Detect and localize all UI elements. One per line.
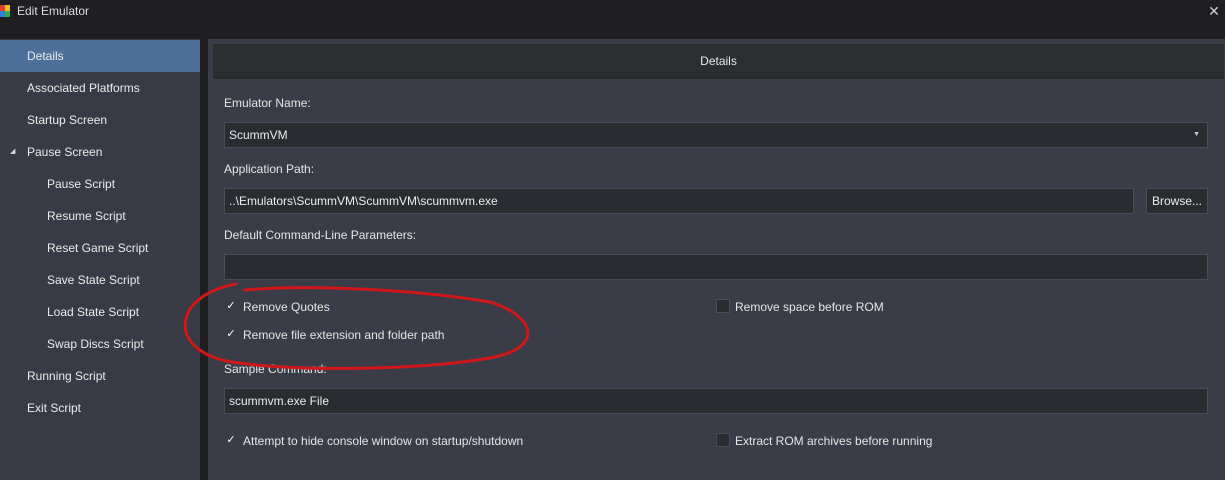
title-bar: Edit Emulator ✕	[0, 0, 1225, 24]
dropdown-arrow-icon: ▼	[1193, 131, 1200, 138]
sidebar-item-label: Pause Screen	[27, 145, 103, 159]
extract-rom-checkbox[interactable]	[716, 433, 730, 447]
remove-extension-checkbox[interactable]: ✓	[224, 327, 238, 341]
sample-command-field: scummvm.exe File	[224, 388, 1208, 414]
sidebar-item-label: Resume Script	[47, 209, 126, 223]
sample-command-label: Sample Command:	[224, 362, 327, 376]
sidebar-item-label: Swap Discs Script	[47, 337, 144, 351]
expand-arrow-icon[interactable]: ◢	[10, 136, 15, 168]
application-path-label: Application Path:	[224, 162, 315, 176]
sidebar-item-label: Pause Script	[47, 177, 116, 191]
remove-space-label[interactable]: Remove space before ROM	[735, 300, 884, 314]
emulator-name-value: ScummVM	[229, 128, 288, 142]
sidebar-item-resume-script[interactable]: Resume Script	[0, 200, 200, 232]
sidebar-item-running-script[interactable]: Running Script	[0, 360, 200, 392]
sidebar-item-startup-screen[interactable]: Startup Screen	[0, 104, 200, 136]
command-line-input[interactable]	[224, 254, 1208, 280]
emulator-name-label: Emulator Name:	[224, 96, 311, 110]
remove-quotes-checkbox[interactable]: ✓	[224, 299, 238, 313]
sidebar-item-save-state-script[interactable]: Save State Script	[0, 264, 200, 296]
sidebar-item-label: Save State Script	[47, 273, 140, 287]
sidebar-item-label: Reset Game Script	[47, 241, 149, 255]
hide-console-checkbox[interactable]: ✓	[224, 433, 238, 447]
browse-button[interactable]: Browse...	[1146, 188, 1208, 214]
emulator-name-dropdown[interactable]: ScummVM ▼	[224, 122, 1208, 148]
sidebar-item-exit-script[interactable]: Exit Script	[0, 392, 200, 424]
remove-space-checkbox[interactable]	[716, 299, 730, 313]
sidebar-item-associated-platforms[interactable]: Associated Platforms	[0, 72, 200, 104]
sidebar-item-pause-screen[interactable]: ◢ Pause Screen	[0, 136, 200, 168]
sidebar-item-load-state-script[interactable]: Load State Script	[0, 296, 200, 328]
sidebar-item-details[interactable]: Details	[0, 40, 200, 72]
hide-console-label[interactable]: Attempt to hide console window on startu…	[243, 434, 523, 448]
command-line-label: Default Command-Line Parameters:	[224, 228, 417, 242]
sidebar-item-label: Load State Script	[47, 305, 140, 319]
sidebar-item-label: Startup Screen	[27, 113, 108, 127]
extract-rom-label[interactable]: Extract ROM archives before running	[735, 434, 932, 448]
window-title: Edit Emulator	[17, 4, 90, 18]
sidebar-item-label: Exit Script	[27, 401, 82, 415]
sidebar-item-pause-script[interactable]: Pause Script	[0, 168, 200, 200]
sidebar: Details Associated Platforms Startup Scr…	[0, 39, 200, 480]
remove-extension-label[interactable]: Remove file extension and folder path	[243, 328, 444, 342]
sidebar-item-reset-game-script[interactable]: Reset Game Script	[0, 232, 200, 264]
sidebar-item-swap-discs-script[interactable]: Swap Discs Script	[0, 328, 200, 360]
sidebar-item-label: Running Script	[27, 369, 106, 383]
sidebar-item-label: Associated Platforms	[27, 81, 140, 95]
panel-header: Details	[213, 44, 1224, 79]
close-icon[interactable]: ✕	[1206, 2, 1222, 20]
application-path-input[interactable]: ..\Emulators\ScummVM\ScummVM\scummvm.exe	[224, 188, 1134, 214]
app-icon	[0, 5, 10, 17]
sidebar-item-label: Details	[27, 49, 64, 63]
remove-quotes-label[interactable]: Remove Quotes	[243, 300, 330, 314]
